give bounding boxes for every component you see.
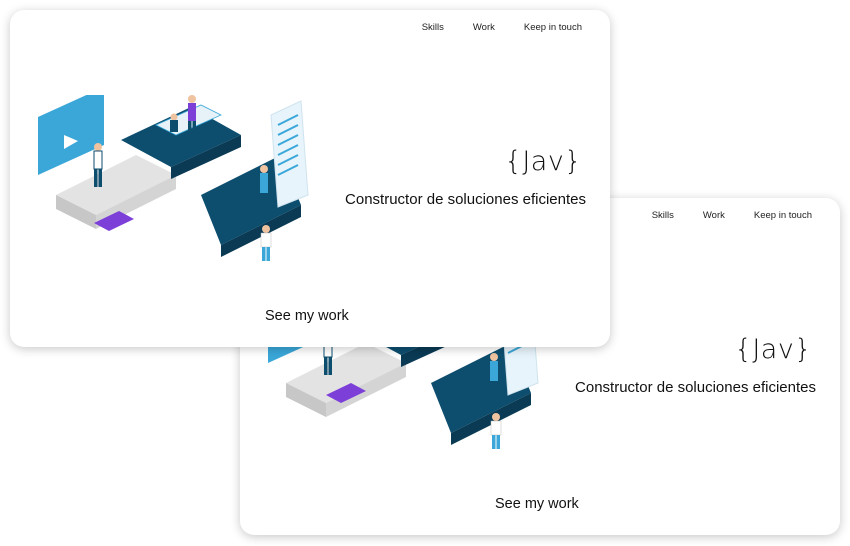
hero-code: {Jav} [504,146,582,177]
document-board [270,100,309,208]
nav-skills[interactable]: Skills [652,210,674,221]
nav-keep-in-touch[interactable]: Keep in touch [524,22,582,33]
top-nav: Skills Work Keep in touch [422,22,582,33]
person-figure [170,113,178,132]
person-figure [260,225,272,261]
nav-keep-in-touch[interactable]: Keep in touch [754,210,812,221]
person-figure [490,413,502,449]
see-my-work-link[interactable]: See my work [265,308,349,324]
see-my-work-link[interactable]: See my work [495,496,579,512]
nav-skills[interactable]: Skills [422,22,444,33]
nav-work[interactable]: Work [473,22,495,33]
preview-card-front: Skills Work Keep in touch {Jav} Construc… [10,10,610,347]
hero-tagline: Constructor de soluciones eficientes [575,379,816,396]
hero-tagline: Constructor de soluciones eficientes [345,191,586,208]
top-nav: Skills Work Keep in touch [652,210,812,221]
hero-code: {Jav} [734,334,812,365]
nav-work[interactable]: Work [703,210,725,221]
puzzle-teamwork-illustration [38,95,309,261]
